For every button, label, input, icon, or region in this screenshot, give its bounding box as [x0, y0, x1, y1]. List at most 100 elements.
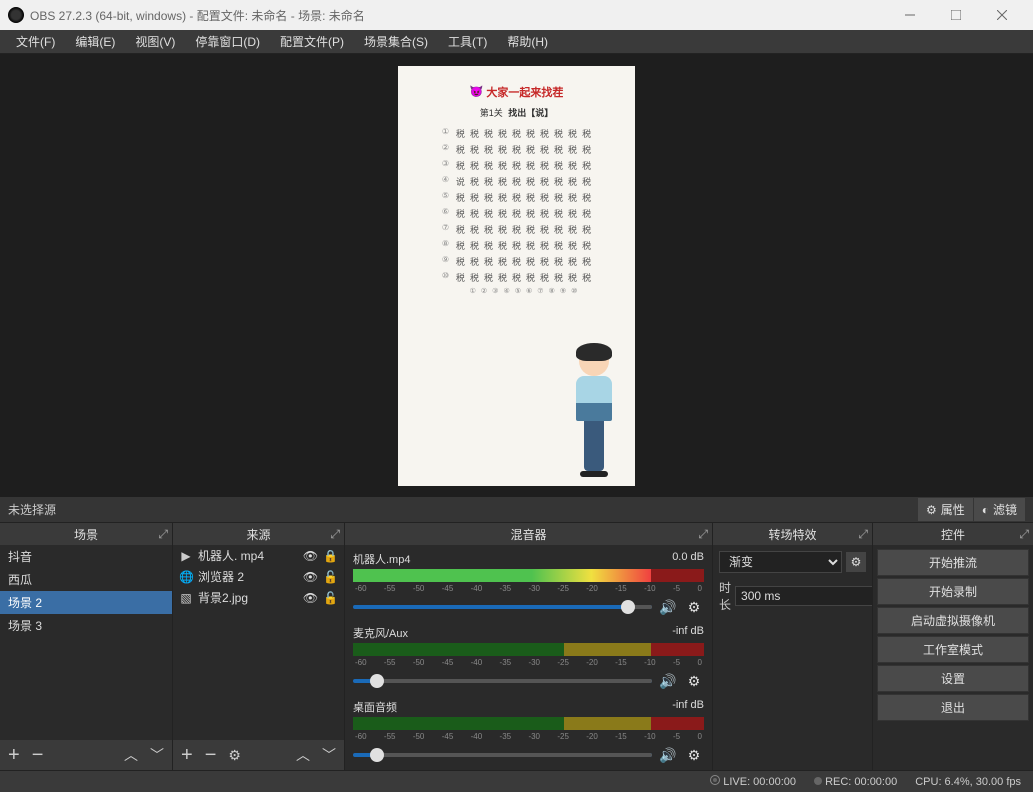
menu-item[interactable]: 文件(F) [6, 30, 65, 53]
visibility-toggle[interactable]: 👁 [303, 591, 318, 605]
transition-select[interactable]: 渐变 [719, 551, 842, 573]
visibility-toggle[interactable]: 👁 [303, 549, 318, 563]
rec-indicator-icon [814, 777, 822, 785]
volume-slider[interactable] [353, 605, 652, 609]
popout-icon[interactable]: ⤢ [330, 527, 340, 542]
scenes-list: 抖音西瓜场景 2场景 3 [0, 545, 172, 740]
no-source-label: 未选择源 [8, 501, 56, 518]
filters-button[interactable]: ◐ 滤镜 [974, 498, 1025, 521]
transitions-panel: 转场特效 ⤢ 渐变 ⚙ 时长 ▲ ▼ [713, 523, 873, 770]
popout-icon[interactable]: ⤢ [698, 527, 708, 542]
control-button[interactable]: 退出 [877, 694, 1029, 721]
avatar-illustration [571, 346, 617, 476]
mixer-channel: 桌面音频-inf dB -60-55-50-45-40-35-30-25-20-… [353, 699, 704, 765]
move-down-button[interactable]: ﹀ [148, 748, 166, 762]
source-settings-button[interactable]: ⚙ [226, 748, 243, 762]
controls-header: 控件 ⤢ [873, 523, 1033, 545]
sources-panel: 来源 ⤢ ▶ 机器人. mp4 👁 🔒🌐 浏览器 2 👁 🔓▧ 背景2.jpg … [173, 523, 345, 770]
source-item[interactable]: ▶ 机器人. mp4 👁 🔒 [173, 545, 344, 566]
properties-button[interactable]: ⚙ 属性 [918, 498, 973, 521]
move-up-button[interactable]: ︿ [294, 748, 312, 762]
minimize-button[interactable] [887, 0, 933, 30]
volume-slider[interactable] [353, 753, 652, 757]
source-item[interactable]: 🌐 浏览器 2 👁 🔓 [173, 566, 344, 587]
lock-toggle[interactable]: 🔒 [323, 549, 338, 563]
gear-icon[interactable]: ⚙ [684, 671, 704, 691]
menu-item[interactable]: 停靠窗口(D) [185, 30, 270, 53]
dock-panels: 场景 ⤢ 抖音西瓜场景 2场景 3 + − ︿ ﹀ 来源 ⤢ ▶ 机器人. mp… [0, 522, 1033, 770]
live-indicator-icon [710, 775, 720, 785]
mixer-panel: 混音器 ⤢ 机器人.mp40.0 dB -60-55-50-45-40-35-3… [345, 523, 713, 770]
mixer-list: 机器人.mp40.0 dB -60-55-50-45-40-35-30-25-2… [345, 545, 712, 770]
source-toolbar: 未选择源 ⚙ 属性 ◐ 滤镜 [0, 497, 1033, 522]
controls-list: 开始推流开始录制启动虚拟摄像机工作室模式设置退出 [873, 545, 1033, 770]
statusbar: LIVE: 00:00:00 REC: 00:00:00 CPU: 6.4%, … [0, 770, 1033, 792]
remove-scene-button[interactable]: − [30, 745, 46, 765]
obs-logo-icon [8, 7, 24, 23]
window-titlebar: OBS 27.2.3 (64-bit, windows) - 配置文件: 未命名… [0, 0, 1033, 30]
transition-settings-button[interactable]: ⚙ [846, 552, 866, 572]
devil-icon: 😈 [470, 85, 484, 98]
game-title: 😈 大家一起来找茬 [406, 84, 627, 100]
menu-item[interactable]: 编辑(E) [65, 30, 125, 53]
gear-icon[interactable]: ⚙ [684, 745, 704, 765]
image-icon: ▧ [179, 591, 193, 605]
live-status: LIVE: 00:00:00 [723, 776, 796, 788]
menu-item[interactable]: 工具(T) [438, 30, 497, 53]
volume-slider[interactable] [353, 679, 652, 683]
audio-meter [353, 717, 704, 730]
speaker-icon[interactable]: 🔊 [658, 671, 678, 691]
menu-item[interactable]: 配置文件(P) [270, 30, 354, 53]
gear-icon: ⚙ [851, 555, 862, 569]
gear-icon[interactable]: ⚙ [684, 597, 704, 617]
control-button[interactable]: 设置 [877, 665, 1029, 692]
close-button[interactable] [979, 0, 1025, 30]
scene-item[interactable]: 场景 3 [0, 614, 172, 637]
sources-list: ▶ 机器人. mp4 👁 🔒🌐 浏览器 2 👁 🔓▧ 背景2.jpg 👁 🔓 [173, 545, 344, 740]
move-down-button[interactable]: ﹀ [320, 748, 338, 762]
popout-icon[interactable]: ⤢ [158, 527, 168, 542]
scene-item[interactable]: 抖音 [0, 545, 172, 568]
transitions-body: 渐变 ⚙ 时长 ▲ ▼ [713, 545, 872, 770]
scenes-panel: 场景 ⤢ 抖音西瓜场景 2场景 3 + − ︿ ﹀ [0, 523, 173, 770]
duration-input[interactable] [735, 586, 872, 606]
maximize-button[interactable] [933, 0, 979, 30]
preview-area[interactable]: 😈 大家一起来找茬 第1关 找出【说】 ①税税税税税税税税税税②税税税税税税税税… [0, 54, 1033, 497]
control-button[interactable]: 开始录制 [877, 578, 1029, 605]
menu-item[interactable]: 帮助(H) [497, 30, 558, 53]
control-button[interactable]: 启动虚拟摄像机 [877, 607, 1029, 634]
audio-meter [353, 569, 704, 582]
menu-item[interactable]: 场景集合(S) [354, 30, 438, 53]
sources-header: 来源 ⤢ [173, 523, 344, 545]
gear-icon: ⚙ [926, 503, 937, 517]
move-up-button[interactable]: ︿ [122, 748, 140, 762]
filter-icon: ◐ [982, 503, 989, 517]
lock-toggle[interactable]: 🔓 [323, 570, 338, 584]
speaker-icon[interactable]: 🔊 [658, 597, 678, 617]
speaker-icon[interactable]: 🔊 [658, 745, 678, 765]
control-button[interactable]: 工作室模式 [877, 636, 1029, 663]
globe-icon: 🌐 [179, 570, 193, 584]
scene-item[interactable]: 场景 2 [0, 591, 172, 614]
rec-status: REC: 00:00:00 [825, 776, 897, 788]
popout-icon[interactable]: ⤢ [858, 527, 868, 542]
controls-panel: 控件 ⤢ 开始推流开始录制启动虚拟摄像机工作室模式设置退出 [873, 523, 1033, 770]
source-item[interactable]: ▧ 背景2.jpg 👁 🔓 [173, 587, 344, 608]
character-grid: ①税税税税税税税税税税②税税税税税税税税税税③税税税税税税税税税税④说税税税税税… [406, 127, 627, 295]
mixer-channel: 麦克风/Aux-inf dB -60-55-50-45-40-35-30-25-… [353, 625, 704, 691]
popout-icon[interactable]: ⤢ [1019, 527, 1029, 542]
preview-canvas: 😈 大家一起来找茬 第1关 找出【说】 ①税税税税税税税税税税②税税税税税税税税… [398, 66, 635, 486]
add-scene-button[interactable]: + [6, 745, 22, 765]
media-icon: ▶ [179, 549, 193, 563]
menu-item[interactable]: 视图(V) [125, 30, 185, 53]
scenes-header: 场景 ⤢ [0, 523, 172, 545]
scene-item[interactable]: 西瓜 [0, 568, 172, 591]
add-source-button[interactable]: + [179, 745, 195, 765]
control-button[interactable]: 开始推流 [877, 549, 1029, 576]
lock-toggle[interactable]: 🔓 [323, 591, 338, 605]
mixer-channel: 机器人.mp40.0 dB -60-55-50-45-40-35-30-25-2… [353, 551, 704, 617]
duration-label: 时长 [719, 579, 731, 613]
remove-source-button[interactable]: − [203, 745, 219, 765]
visibility-toggle[interactable]: 👁 [303, 570, 318, 584]
transitions-header: 转场特效 ⤢ [713, 523, 872, 545]
